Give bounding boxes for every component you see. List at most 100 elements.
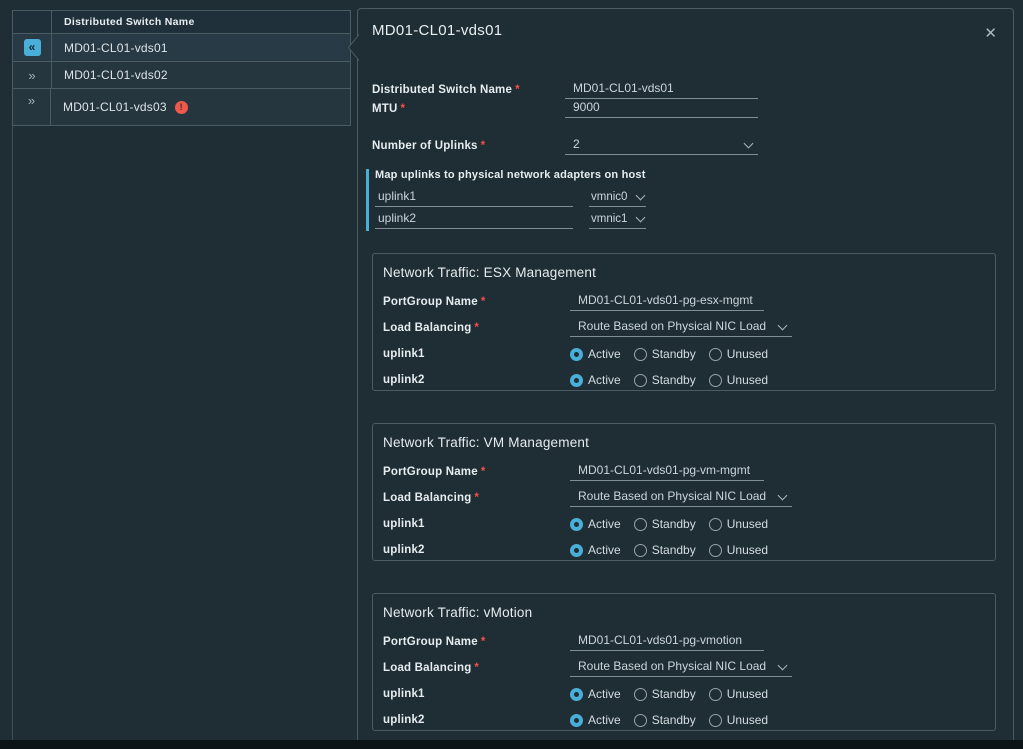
uplink-map-group: Map uplinks to physical network adapters…: [366, 169, 646, 231]
radio-unselected-icon[interactable]: [634, 714, 647, 727]
radio-option-unused[interactable]: Unused: [709, 517, 768, 531]
switch-row-vds03[interactable]: » MD01-CL01-vds03 !: [13, 88, 350, 125]
radio-unselected-icon[interactable]: [709, 374, 722, 387]
panel-title: MD01-CL01-vds01: [372, 22, 502, 39]
row-icon-cell: «: [13, 34, 52, 61]
switch-row-vds02[interactable]: » MD01-CL01-vds02: [13, 61, 350, 88]
uplink-map-row: uplink2 vmnic1: [375, 210, 646, 229]
uplink2-name-input[interactable]: uplink2: [375, 211, 573, 229]
radio-option-unused[interactable]: Unused: [709, 713, 768, 727]
load-balancing-label: Load Balancing*: [383, 322, 570, 337]
section-title: Network Traffic: vMotion: [383, 605, 983, 620]
network-traffic-section-esx-mgmt: Network Traffic: ESX Management PortGrou…: [372, 253, 996, 391]
required-asterisk: *: [481, 636, 486, 648]
switch-name-label: MD01-CL01-vds01: [64, 41, 168, 55]
row-name-cell: MD01-CL01-vds03 !: [51, 89, 350, 125]
collapse-row-button[interactable]: «: [24, 39, 41, 56]
switch-name-input[interactable]: MD01-CL01-vds01: [565, 81, 758, 99]
number-of-uplinks-select[interactable]: 2: [565, 137, 758, 155]
required-asterisk: *: [474, 322, 479, 334]
mtu-label: MTU*: [372, 103, 565, 118]
uplink2-label: uplink2: [383, 714, 570, 726]
required-asterisk: *: [481, 466, 486, 478]
radio-option-active[interactable]: Active: [570, 347, 621, 361]
uplink-map-caption: Map uplinks to physical network adapters…: [375, 169, 646, 185]
row-icon-cell: »: [13, 62, 52, 88]
radio-selected-icon[interactable]: [570, 714, 583, 727]
row-name-cell: MD01-CL01-vds02: [52, 62, 350, 88]
radio-option-active[interactable]: Active: [570, 517, 621, 531]
switch-row-vds01[interactable]: « MD01-CL01-vds01: [13, 33, 350, 61]
required-asterisk: *: [481, 140, 486, 152]
radio-unselected-icon[interactable]: [709, 688, 722, 701]
radio-option-unused[interactable]: Unused: [709, 687, 768, 701]
radio-option-active[interactable]: Active: [570, 373, 621, 387]
close-icon[interactable]: ✕: [984, 26, 997, 41]
uplink1-adapter-select[interactable]: vmnic0: [589, 191, 646, 207]
load-balancing-select[interactable]: Route Based on Physical NIC Load: [570, 659, 792, 677]
chevron-down-icon: [778, 321, 788, 331]
radio-option-active[interactable]: Active: [570, 543, 621, 557]
radio-unselected-icon[interactable]: [634, 544, 647, 557]
selected-row-caret: [346, 34, 359, 61]
radio-unselected-icon[interactable]: [709, 714, 722, 727]
radio-unselected-icon[interactable]: [634, 374, 647, 387]
uplink2-radio-group: Active Standby Unused: [570, 373, 768, 387]
switch-name-label: MD01-CL01-vds03: [63, 100, 167, 114]
uplink2-radio-group: Active Standby Unused: [570, 713, 768, 727]
switch-name-label: Distributed Switch Name*: [372, 84, 565, 99]
chevron-down-icon: [778, 661, 788, 671]
portgroup-name-input[interactable]: MD01-CL01-vds01-pg-vm-mgmt: [570, 463, 764, 481]
radio-unselected-icon[interactable]: [709, 518, 722, 531]
radio-option-standby[interactable]: Standby: [634, 687, 696, 701]
uplink2-adapter-select[interactable]: vmnic1: [589, 213, 646, 229]
portgroup-name-label: PortGroup Name*: [383, 636, 570, 651]
radio-option-active[interactable]: Active: [570, 687, 621, 701]
radio-option-unused[interactable]: Unused: [709, 543, 768, 557]
column-header-distributed-switch-name: Distributed Switch Name: [52, 11, 350, 33]
radio-selected-icon[interactable]: [570, 348, 583, 361]
chevron-down-icon: [636, 191, 646, 200]
mtu-input[interactable]: 9000: [565, 100, 758, 118]
network-traffic-section-vm-mgmt: Network Traffic: VM Management PortGroup…: [372, 423, 996, 561]
radio-option-standby[interactable]: Standby: [634, 713, 696, 727]
radio-unselected-icon[interactable]: [709, 348, 722, 361]
uplink2-label: uplink2: [383, 374, 570, 386]
general-fields: Distributed Switch Name* MD01-CL01-vds01…: [372, 78, 772, 155]
radio-option-unused[interactable]: Unused: [709, 373, 768, 387]
radio-selected-icon[interactable]: [570, 544, 583, 557]
radio-option-standby[interactable]: Standby: [634, 543, 696, 557]
load-balancing-select[interactable]: Route Based on Physical NIC Load: [570, 319, 792, 337]
required-asterisk: *: [515, 84, 520, 96]
uplink1-label: uplink1: [383, 518, 570, 530]
required-asterisk: *: [474, 492, 479, 504]
distributed-switch-table: Distributed Switch Name « MD01-CL01-vds0…: [12, 10, 351, 126]
load-balancing-label: Load Balancing*: [383, 492, 570, 507]
radio-option-unused[interactable]: Unused: [709, 347, 768, 361]
radio-unselected-icon[interactable]: [634, 518, 647, 531]
radio-selected-icon[interactable]: [570, 518, 583, 531]
radio-unselected-icon[interactable]: [709, 544, 722, 557]
radio-selected-icon[interactable]: [570, 688, 583, 701]
portgroup-name-input[interactable]: MD01-CL01-vds01-pg-esx-mgmt: [570, 293, 764, 311]
uplink2-label: uplink2: [383, 544, 570, 556]
uplink-map-row: uplink1 vmnic0: [375, 188, 646, 207]
radio-selected-icon[interactable]: [570, 374, 583, 387]
radio-unselected-icon[interactable]: [634, 348, 647, 361]
error-icon: !: [175, 101, 188, 114]
radio-unselected-icon[interactable]: [634, 688, 647, 701]
section-title: Network Traffic: VM Management: [383, 435, 983, 450]
radio-option-standby[interactable]: Standby: [634, 373, 696, 387]
radio-option-standby[interactable]: Standby: [634, 347, 696, 361]
expand-row-icon[interactable]: »: [28, 94, 35, 107]
load-balancing-select[interactable]: Route Based on Physical NIC Load: [570, 489, 792, 507]
radio-option-active[interactable]: Active: [570, 713, 621, 727]
required-asterisk: *: [481, 296, 486, 308]
portgroup-name-input[interactable]: MD01-CL01-vds01-pg-vmotion: [570, 633, 764, 651]
load-balancing-label: Load Balancing*: [383, 662, 570, 677]
radio-option-standby[interactable]: Standby: [634, 517, 696, 531]
expand-row-icon[interactable]: »: [28, 69, 35, 82]
bottom-bar: [0, 740, 1023, 749]
switch-name-label: MD01-CL01-vds02: [64, 68, 168, 82]
uplink1-name-input[interactable]: uplink1: [375, 189, 573, 207]
